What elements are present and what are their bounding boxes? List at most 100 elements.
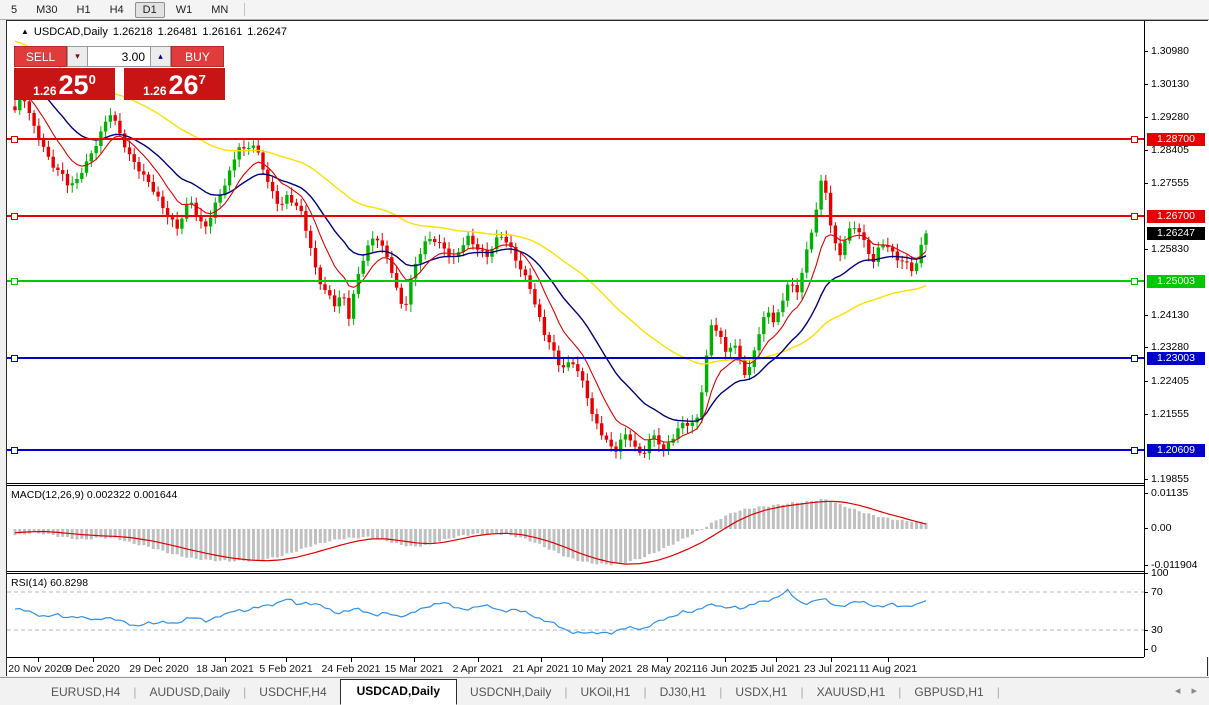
- axis-tick: [1144, 183, 1148, 184]
- date-label: 24 Feb 2021: [322, 663, 381, 675]
- date-tick: [541, 658, 542, 662]
- axis-label-1.24130: 1.24130: [1151, 309, 1189, 321]
- tab-dj30-h1[interactable]: DJ30,H1: [647, 681, 720, 705]
- chart-tabs-bar: EURUSD,H4|AUDUSD,Daily|USDCHF,H4USDCAD,D…: [0, 677, 1209, 705]
- rsi-line-layer: [7, 590, 1144, 635]
- sell-price-display[interactable]: 1.26 25 0: [14, 68, 115, 100]
- macd-axis-label-0.00: 0.00: [1151, 522, 1171, 534]
- date-axis[interactable]: 20 Nov 20209 Dec 202029 Dec 202018 Jan 2…: [7, 658, 1207, 676]
- horizontal-line-1.20609[interactable]: [7, 449, 1144, 451]
- candles-and-ma-layer: [13, 41, 927, 459]
- date-label: 5 Feb 2021: [259, 663, 312, 675]
- line-handle[interactable]: [1131, 447, 1138, 454]
- line-handle[interactable]: [1131, 136, 1138, 143]
- tab-usdcnh-daily[interactable]: USDCNH,Daily: [457, 681, 564, 705]
- timeframe-button-d1[interactable]: D1: [135, 2, 165, 18]
- axis-label-1.21555: 1.21555: [1151, 408, 1189, 420]
- timeframe-button-h4[interactable]: H4: [102, 2, 132, 18]
- volume-input[interactable]: 3.00: [88, 46, 150, 67]
- axis-tick: [1144, 528, 1148, 529]
- date-label: 16 Jun 2021: [696, 663, 754, 675]
- price-axis[interactable]: 1.309801.301301.292801.287001.284051.275…: [1145, 21, 1209, 657]
- line-handle[interactable]: [11, 355, 18, 362]
- date-tick: [602, 658, 603, 662]
- date-label: 20 Nov 2020: [8, 663, 68, 675]
- macd-histogram-and-signal: [14, 499, 928, 565]
- line-handle[interactable]: [11, 278, 18, 285]
- price-badge-1.25003: 1.25003: [1147, 275, 1205, 288]
- sell-price-sup: 0: [89, 73, 96, 86]
- toolbar-separator: [244, 3, 245, 16]
- date-tick: [414, 658, 415, 662]
- timeframe-button-w1[interactable]: W1: [168, 2, 201, 18]
- buy-price-sup: 7: [199, 73, 206, 86]
- date-tick: [159, 658, 160, 662]
- ohlc-low: 1.26161: [202, 26, 242, 38]
- axis-label-1.30130: 1.30130: [1151, 78, 1189, 90]
- tab-usdcad-daily[interactable]: USDCAD,Daily: [340, 679, 457, 705]
- tab-eurusd-h4[interactable]: EURUSD,H4: [38, 681, 133, 705]
- date-label: 18 Jan 2021: [196, 663, 254, 675]
- axis-label-1.29280: 1.29280: [1151, 111, 1189, 123]
- tab-audusd-daily[interactable]: AUDUSD,Daily: [136, 681, 243, 705]
- line-handle[interactable]: [11, 213, 18, 220]
- rsi-axis-label-0: 0: [1151, 643, 1157, 655]
- line-handle[interactable]: [11, 136, 18, 143]
- date-tick: [225, 658, 226, 662]
- timeframe-button-m30[interactable]: M30: [28, 2, 65, 18]
- axis-tick: [1144, 479, 1148, 480]
- date-tick: [93, 658, 94, 662]
- line-handle[interactable]: [1131, 355, 1138, 362]
- tab-usdx-h1[interactable]: USDX,H1: [722, 681, 800, 705]
- price-badge-1.26700: 1.26700: [1147, 210, 1205, 223]
- date-label: 10 May 2021: [572, 663, 633, 675]
- chart-window: ▲ USDCAD,Daily 1.26218 1.26481 1.26161 1…: [6, 20, 1208, 676]
- date-label: 23 Jul 2021: [804, 663, 858, 675]
- tab-xauusd-h1[interactable]: XAUUSD,H1: [804, 681, 899, 705]
- timeframe-button-mn[interactable]: MN: [203, 2, 236, 18]
- date-tick: [831, 658, 832, 662]
- horizontal-line-1.267[interactable]: [7, 215, 1144, 217]
- timeframe-button-5[interactable]: 5: [3, 2, 25, 18]
- axis-tick: [1144, 117, 1148, 118]
- rsi-axis-label-30: 30: [1151, 624, 1163, 636]
- buy-price-big: 26: [169, 73, 199, 98]
- price-badge-1.20609: 1.20609: [1147, 444, 1205, 457]
- axis-tick: [1144, 51, 1148, 52]
- axis-tick: [1144, 315, 1148, 316]
- collapse-triangle-icon[interactable]: ▲: [21, 28, 29, 36]
- tab-gbpusd-h1[interactable]: GBPUSD,H1: [901, 681, 996, 705]
- axis-tick: [1144, 381, 1148, 382]
- chart-title: ▲ USDCAD,Daily 1.26218 1.26481 1.26161 1…: [21, 26, 287, 38]
- price-badge-1.23003: 1.23003: [1147, 352, 1205, 365]
- rsi-axis-label-70: 70: [1151, 586, 1163, 598]
- volume-decrease-button[interactable]: ▾: [67, 46, 88, 67]
- line-handle[interactable]: [1131, 213, 1138, 220]
- axis-tick: [1144, 84, 1148, 85]
- date-label: 11 Aug 2021: [859, 663, 917, 675]
- date-tick: [888, 658, 889, 662]
- tab-usdchf-h4[interactable]: USDCHF,H4: [246, 681, 339, 705]
- buy-button[interactable]: BUY: [171, 46, 224, 67]
- axis-tick: [1144, 493, 1148, 494]
- sell-button[interactable]: SELL: [14, 46, 67, 67]
- current-price-badge: 1.26247: [1147, 227, 1205, 240]
- timeframe-button-h1[interactable]: H1: [69, 2, 99, 18]
- axis-label-1.22405: 1.22405: [1151, 375, 1189, 387]
- horizontal-line-1.25003[interactable]: [7, 280, 1144, 282]
- buy-price-small: 1.26: [143, 84, 166, 98]
- tab-scroll-arrows[interactable]: ◂ ▸: [1175, 684, 1209, 705]
- date-label: 9 Dec 2020: [66, 663, 120, 675]
- axis-tick: [1144, 249, 1148, 250]
- buy-price-display[interactable]: 1.26 26 7: [124, 68, 225, 100]
- macd-label: MACD(12,26,9) 0.002322 0.001644: [11, 489, 177, 501]
- horizontal-line-1.287[interactable]: [7, 138, 1144, 140]
- volume-increase-button[interactable]: ▴: [150, 46, 171, 67]
- macd-indicator-panel[interactable]: [7, 486, 1144, 571]
- rsi-indicator-panel[interactable]: [7, 573, 1144, 657]
- line-handle[interactable]: [1131, 278, 1138, 285]
- ohlc-high: 1.26481: [158, 26, 198, 38]
- tab-ukoil-h1[interactable]: UKOil,H1: [567, 681, 643, 705]
- horizontal-line-1.23003[interactable]: [7, 357, 1144, 359]
- line-handle[interactable]: [11, 447, 18, 454]
